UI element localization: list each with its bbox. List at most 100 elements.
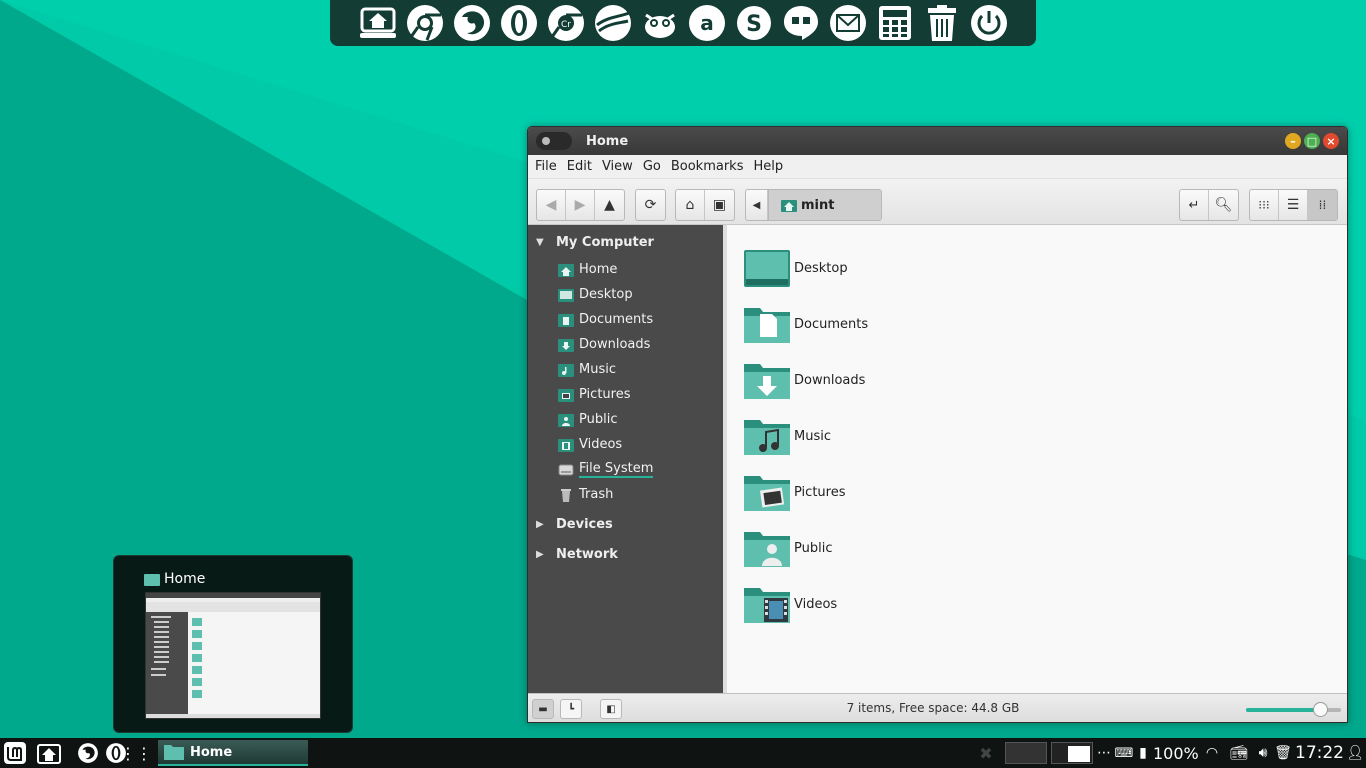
home-button[interactable]: ⌂ [676, 190, 705, 220]
music-folder-icon [744, 420, 790, 455]
reload-icon: ⟳ [644, 197, 657, 213]
menu-bookmarks[interactable]: Bookmarks [666, 159, 749, 174]
forward-button[interactable]: ▶ [566, 190, 595, 220]
power-icon[interactable] [969, 3, 1009, 43]
location-toggle-button[interactable]: ◀ [746, 190, 768, 220]
compact-view-icon: ⁞⁞ [1318, 198, 1327, 212]
google-earth-icon[interactable] [593, 3, 633, 43]
home-icon[interactable] [358, 3, 398, 43]
back-button[interactable]: ◀ [537, 190, 566, 220]
chrome-icon[interactable] [405, 3, 445, 43]
file-item-music[interactable]: Music [744, 415, 831, 457]
file-item-downloads[interactable]: Downloads [744, 359, 865, 401]
clock[interactable]: 17:22 [1295, 743, 1344, 763]
compact-view-button[interactable]: ⁞⁞ [1308, 190, 1337, 220]
workspace-1[interactable] [1005, 742, 1047, 764]
workspace-2[interactable] [1051, 742, 1093, 764]
list-view-icon: ☰ [1286, 197, 1300, 213]
close-x-icon[interactable]: ✖ [976, 741, 996, 765]
keyboard-icon[interactable]: ⌨ [1115, 741, 1134, 765]
toolbar: ◀ ▶ ▲ ⟳ ⌂ ▣ ◀ mint ↵ 🔍︎ ⁝⁝⁝ ☰ ⁞⁞ [528, 179, 1347, 225]
trash-applet-icon[interactable]: 🗑︎ [1274, 741, 1292, 765]
menu-file[interactable]: File [530, 159, 562, 174]
file-item-label: Public [794, 540, 833, 556]
sidebar-item-pictures[interactable]: Pictures [528, 382, 723, 407]
wifi-icon[interactable]: ◠ [1203, 741, 1221, 765]
file-item-desktop[interactable]: Desktop [744, 247, 848, 289]
tools-button-group: ↵ 🔍︎ [1179, 189, 1239, 221]
app-grid-launcher[interactable]: ⋮⋮⋮ [120, 741, 168, 765]
location-entry-icon: ↵ [1188, 197, 1200, 213]
sidebar-item-file-system[interactable]: File System [528, 457, 723, 482]
sidebar-item-public[interactable]: Public [528, 407, 723, 432]
window-menu-button[interactable] [536, 132, 572, 150]
mail-icon[interactable] [828, 3, 868, 43]
search-button[interactable]: 🔍︎ [1209, 190, 1238, 220]
file-item-pictures[interactable]: Pictures [744, 471, 845, 513]
file-item-videos[interactable]: Videos [744, 583, 837, 625]
sidebar-item-videos[interactable]: Videos [528, 432, 723, 457]
zoom-slider-knob[interactable] [1313, 702, 1329, 717]
reload-button[interactable]: ⟳ [636, 190, 665, 220]
minimize-button[interactable]: – [1285, 133, 1301, 149]
battery-icon[interactable]: ▮ [1135, 741, 1151, 765]
file-item-label: Music [794, 428, 831, 444]
firefox-launcher[interactable] [76, 741, 100, 765]
menu-go[interactable]: Go [638, 159, 666, 174]
pictures-folder-icon [744, 476, 790, 511]
skype-icon[interactable]: S [734, 3, 774, 43]
videos-folder-icon [744, 588, 790, 623]
close-button[interactable]: × [1323, 133, 1339, 149]
radio-icon[interactable]: 📻︎ [1228, 741, 1250, 765]
sidebar-item-trash[interactable]: Trash [528, 482, 723, 507]
list-view-button[interactable]: ☰ [1279, 190, 1308, 220]
zoom-slider[interactable] [1246, 702, 1341, 717]
trash-icon[interactable] [922, 3, 962, 43]
firefox-icon[interactable] [452, 3, 492, 43]
sidebar-header-label: Devices [556, 516, 613, 532]
chromium-icon[interactable]: Cr [546, 3, 586, 43]
mint-logo-icon [4, 742, 26, 764]
menu-edit[interactable]: Edit [562, 159, 597, 174]
file-item-documents[interactable]: Documents [744, 303, 868, 345]
home-folder-icon [37, 744, 61, 764]
firefox-icon [78, 743, 98, 763]
path-button-mint[interactable]: mint [768, 190, 881, 220]
amazon-icon[interactable]: a [687, 3, 727, 43]
taskbar-item-home[interactable]: Home [158, 740, 308, 766]
menu-button[interactable] [2, 741, 28, 765]
titlebar[interactable]: Home – □ × [528, 127, 1347, 155]
calculator-icon[interactable] [875, 3, 915, 43]
user-icon[interactable]: 👤︎ [1346, 741, 1364, 765]
maximize-button[interactable]: □ [1304, 133, 1320, 149]
window-preview-popup[interactable]: Home [113, 555, 353, 733]
sidebar-item-documents[interactable]: Documents [528, 307, 723, 332]
sidebar-item-music[interactable]: Music [528, 357, 723, 382]
overflow-icon[interactable]: ⋯ [1097, 741, 1111, 765]
sidebar-item-home[interactable]: Home [528, 257, 723, 282]
show-desktop-button[interactable] [36, 741, 62, 765]
sidebar-item-label: Home [579, 262, 618, 277]
sidebar-item-label: Videos [579, 437, 623, 452]
gimp-icon[interactable] [640, 3, 680, 43]
svg-text:a: a [700, 11, 714, 35]
hangouts-icon[interactable] [781, 3, 821, 43]
home-folder-icon [558, 263, 574, 277]
volume-icon[interactable]: 🔊︎ [1254, 741, 1272, 765]
file-item-public[interactable]: Public [744, 527, 832, 569]
sidebar-section-devices[interactable]: ▶ Devices [528, 509, 723, 539]
up-button[interactable]: ▲ [595, 190, 624, 220]
toggle-location-entry-button[interactable]: ↵ [1180, 190, 1209, 220]
computer-button[interactable]: ▣ [705, 190, 734, 220]
sidebar-section-network[interactable]: ▶ Network [528, 539, 723, 569]
sidebar-item-downloads[interactable]: Downloads [528, 332, 723, 357]
menu-help[interactable]: Help [748, 159, 788, 174]
window-controls: – □ × [1285, 133, 1339, 149]
icon-view-button[interactable]: ⁝⁝⁝ [1250, 190, 1279, 220]
taskbar-item-label: Home [190, 744, 233, 760]
bottom-panel: ⋮⋮⋮ Home ✖ ⋯ ⌨ ▮ 100% ◠ 📻︎ 🔊︎ 🗑︎ 17:22 👤… [0, 738, 1366, 768]
menu-view[interactable]: View [597, 159, 638, 174]
opera-icon[interactable] [499, 3, 539, 43]
sidebar-item-desktop[interactable]: Desktop [528, 282, 723, 307]
sidebar-section-my-computer[interactable]: ▼ My Computer [528, 227, 723, 257]
